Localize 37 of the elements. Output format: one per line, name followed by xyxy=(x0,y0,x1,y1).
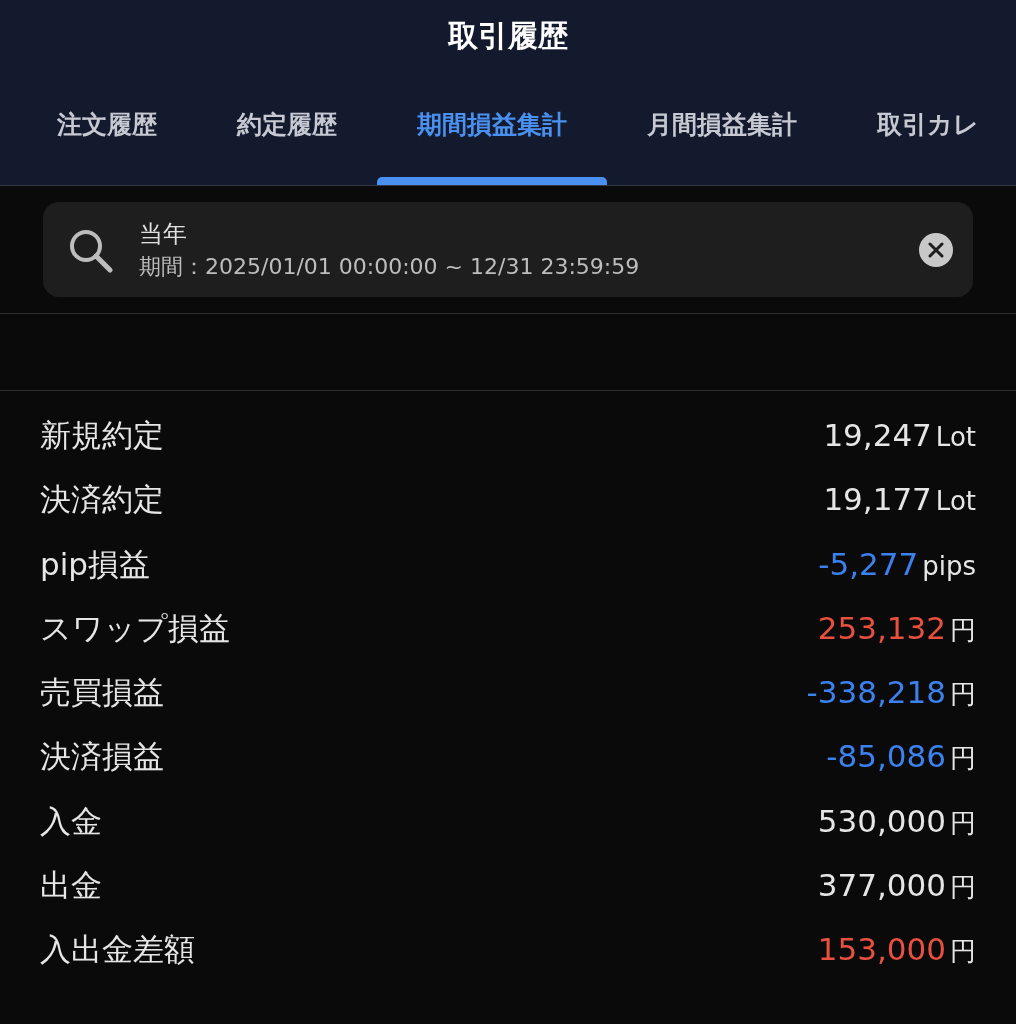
summary-value: 377,000 xyxy=(817,867,946,904)
tab[interactable]: 月間損益集計 xyxy=(607,100,837,185)
summary-value: -85,086 xyxy=(826,738,946,775)
summary-value: 19,247 xyxy=(823,417,932,453)
summary-value: -5,277 xyxy=(818,545,919,582)
summary-label: スワップ損益 xyxy=(40,608,230,648)
summary-value: -338,218 xyxy=(806,674,946,711)
tab[interactable]: 約定履歴 xyxy=(197,100,377,185)
summary-value: 19,177 xyxy=(823,481,932,518)
summary-label: 入金 xyxy=(40,801,102,841)
clear-icon[interactable] xyxy=(919,232,953,267)
unit-label: Lot xyxy=(935,486,976,517)
period-name: 当年 xyxy=(139,218,188,250)
unit-label: 円 xyxy=(950,871,976,905)
unit-label: 円 xyxy=(950,613,976,647)
tab[interactable]: 取引カレ xyxy=(837,100,1016,185)
summary-label: pip損益 xyxy=(40,544,150,584)
summary-value: 530,000 xyxy=(817,802,946,839)
unit-label: 円 xyxy=(950,678,976,712)
summary-label: 決済損益 xyxy=(40,737,164,777)
page-title: 取引履歴 xyxy=(448,17,568,55)
summary-value: 153,000 xyxy=(817,931,946,968)
summary-value: 253,132 xyxy=(817,609,946,646)
period-range: 期間：2025/01/01 00:00:00 ~ 12/31 23:59:59 xyxy=(139,252,641,281)
unit-label: pips xyxy=(922,550,976,581)
summary-label: 決済約定 xyxy=(40,480,164,520)
search-field[interactable]: 当年 期間：2025/01/01 00:00:00 ~ 12/31 23:59:59 xyxy=(43,202,973,297)
unit-label: 円 xyxy=(950,935,976,969)
summary-label: 売買損益 xyxy=(40,673,164,713)
unit-label: 円 xyxy=(950,742,976,776)
summary-label: 入出金差額 xyxy=(40,930,195,970)
unit-label: 円 xyxy=(950,806,976,840)
tab[interactable]: 期間損益集計 xyxy=(377,100,607,185)
summary-label: 新規約定 xyxy=(40,416,164,455)
summary-label: 出金 xyxy=(40,866,102,906)
unit-label: Lot xyxy=(935,422,976,452)
tab[interactable]: 注文履歴 xyxy=(17,100,197,185)
